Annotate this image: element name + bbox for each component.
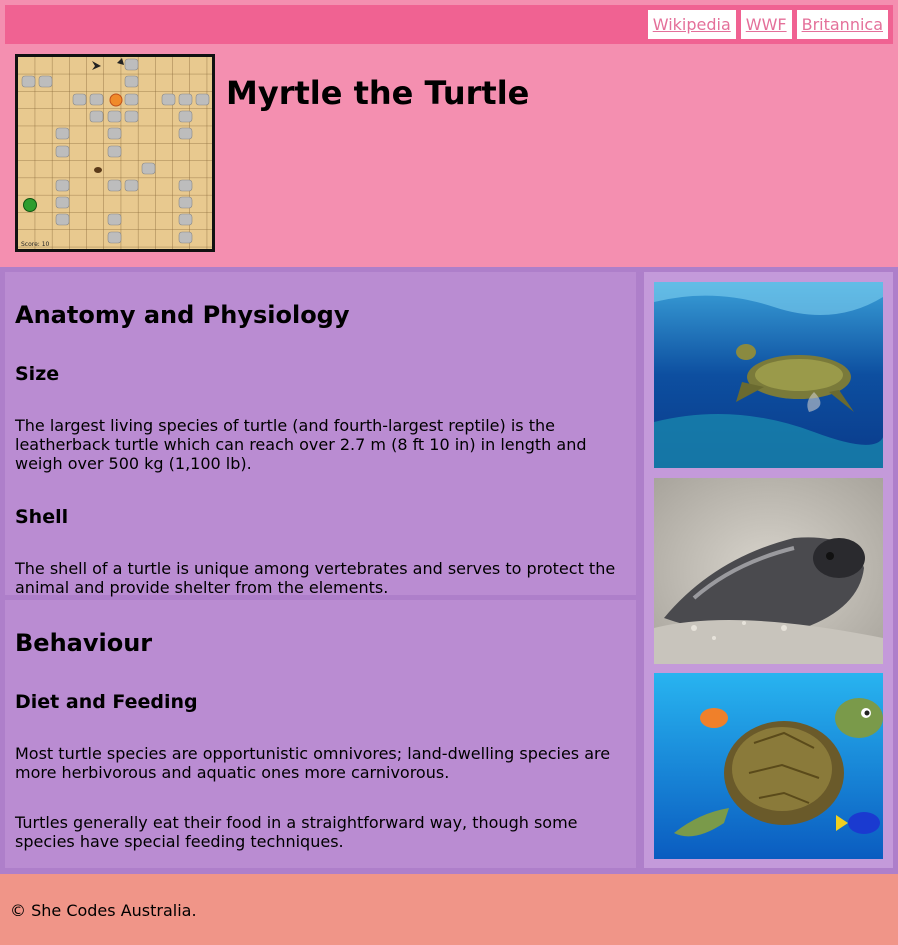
sea-turtle-swimming-image bbox=[654, 282, 883, 468]
nav-link-wikipedia[interactable]: Wikipedia bbox=[647, 10, 736, 39]
turtle-game-board: Score: 10 bbox=[15, 54, 215, 252]
shell-text: The shell of a turtle is unique among ve… bbox=[15, 559, 616, 597]
anatomy-section: Anatomy and Physiology Size The largest … bbox=[5, 272, 636, 597]
game-score: Score: 10 bbox=[21, 241, 50, 248]
cartoon-turtle-and-fish-image bbox=[654, 673, 883, 859]
page-title: Myrtle the Turtle bbox=[226, 74, 530, 112]
diet-heading: Diet and Feeding bbox=[15, 691, 198, 713]
baby-turtle-on-sand-image bbox=[654, 478, 883, 664]
nav-link-wwf[interactable]: WWF bbox=[740, 10, 792, 39]
size-text: The largest living species of turtle (an… bbox=[15, 416, 587, 473]
diet-text-1: Most turtle species are opportunistic om… bbox=[15, 744, 611, 782]
diet-text-2: Turtles generally eat their food in a st… bbox=[15, 813, 578, 851]
size-heading: Size bbox=[15, 363, 60, 385]
game-board-image: Score: 10 bbox=[18, 57, 212, 249]
nav-link-britannica[interactable]: Britannica bbox=[796, 10, 888, 39]
top-nav: Wikipedia WWF Britannica bbox=[5, 5, 893, 44]
behaviour-heading: Behaviour bbox=[15, 629, 153, 657]
page-header: Wikipedia WWF Britannica Score: 10 Myrtl… bbox=[0, 0, 898, 267]
image-sidebar bbox=[644, 272, 893, 868]
shell-heading: Shell bbox=[15, 506, 69, 528]
footer-copyright: © She Codes Australia. bbox=[10, 901, 197, 920]
behaviour-section: Behaviour Diet and Feeding Most turtle s… bbox=[5, 600, 636, 868]
anatomy-heading: Anatomy and Physiology bbox=[15, 301, 350, 329]
